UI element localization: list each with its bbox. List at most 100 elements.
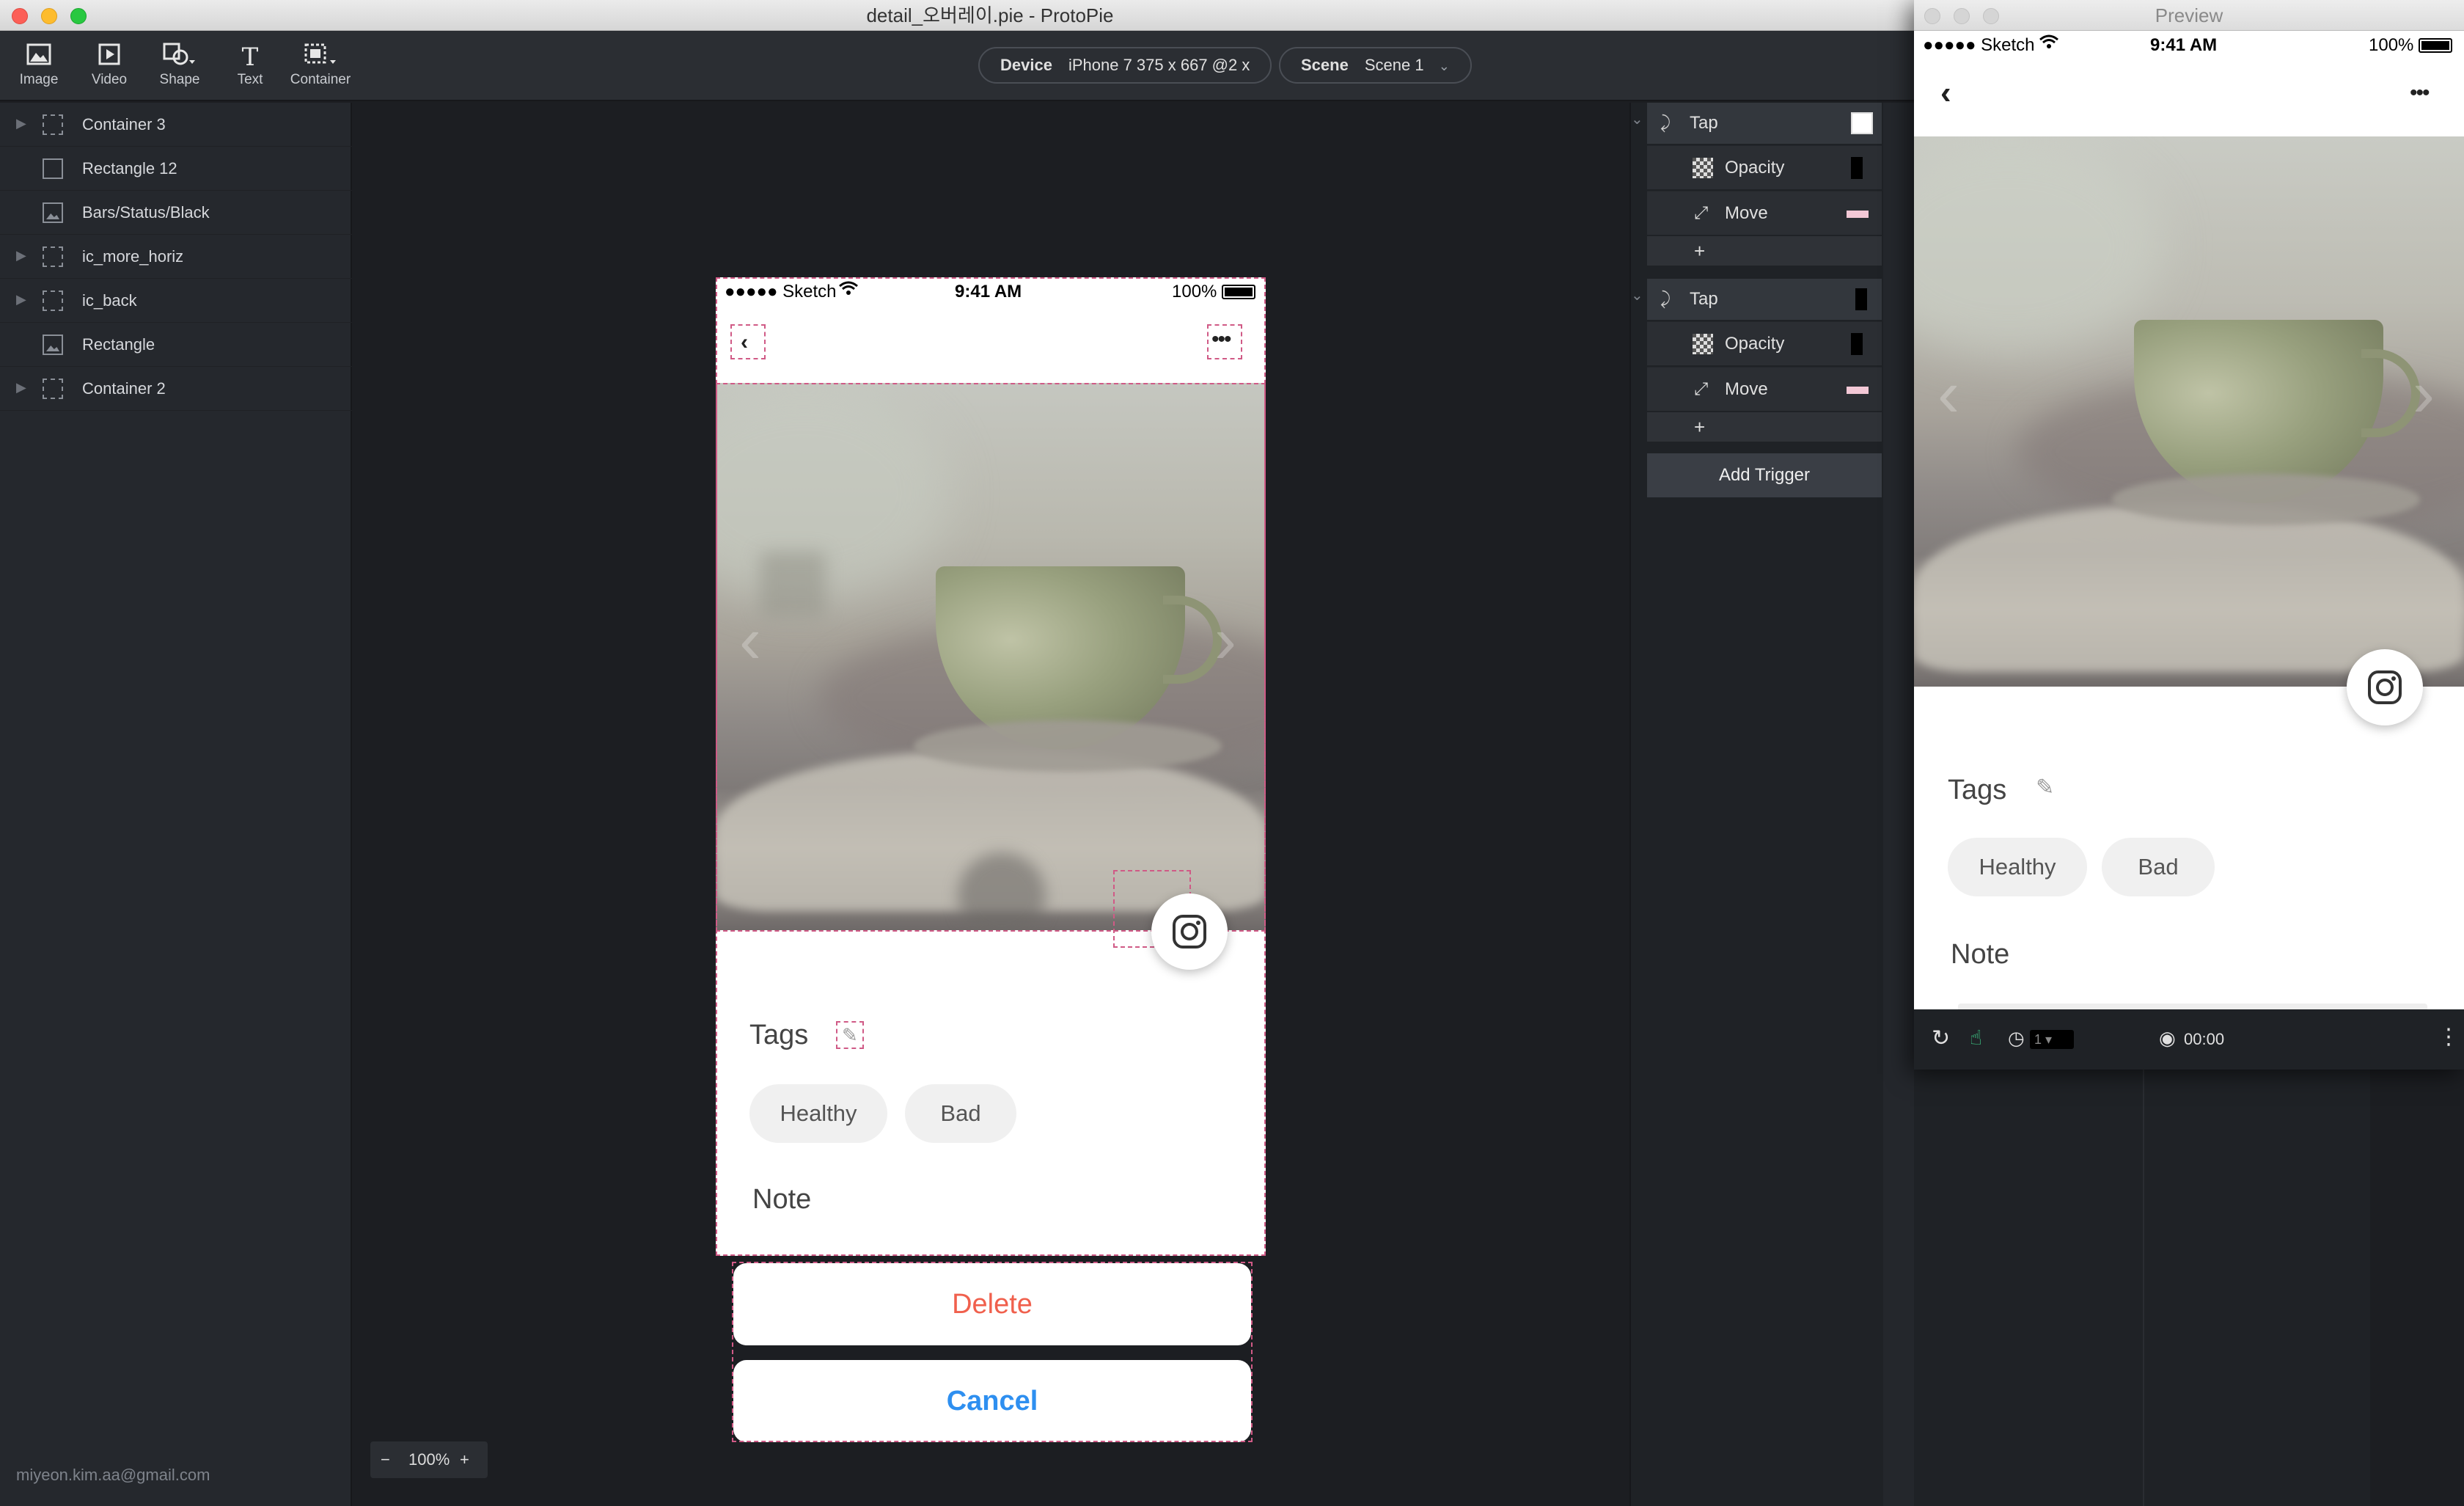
add-response-button[interactable]: + (1694, 412, 1705, 442)
layer-row[interactable]: Rectangle 12 (0, 147, 352, 191)
layer-name: Rectangle (82, 335, 155, 354)
reload-icon[interactable]: ↻ (1932, 1026, 1950, 1051)
image-icon (6, 43, 72, 72)
container-layer-icon (43, 290, 63, 311)
response-row[interactable]: ⤢ Move (1647, 367, 1882, 411)
scene-selector[interactable]: Scene Scene 1 ⌄ (1279, 47, 1472, 84)
zoom-control: − 100% + (370, 1441, 488, 1478)
text-tool-label: Text (237, 72, 263, 87)
trigger-name: Tap (1690, 289, 1718, 309)
response-color-swatch (1851, 333, 1863, 355)
response-color-swatch (1851, 157, 1863, 179)
response-name: Move (1725, 203, 1768, 223)
scene-value: Scene 1 (1364, 56, 1424, 74)
container-layer-icon (43, 114, 63, 135)
add-response-row[interactable]: + (1647, 412, 1882, 442)
container-tool[interactable]: Container (287, 43, 353, 88)
tap-trigger-icon: ⤸ (1660, 289, 1671, 309)
image-tool[interactable]: Image (6, 43, 72, 88)
response-row[interactable]: Opacity (1647, 145, 1882, 189)
text-icon: T (241, 43, 259, 72)
expand-arrow-icon[interactable]: ▶ (16, 116, 26, 131)
response-color-swatch (1847, 211, 1869, 218)
layers-panel: ▶ Container 3 Rectangle 12 Bars/Status/B… (0, 103, 352, 1506)
wifi-icon (2039, 34, 2059, 54)
pencil-icon[interactable]: ✎ (2036, 775, 2054, 800)
image-layer-icon (43, 335, 63, 355)
layer-name: Rectangle 12 (82, 159, 177, 178)
prev-photo-arrow-icon[interactable]: ‹ (1937, 357, 1959, 432)
layer-row[interactable]: ▶ ic_back (0, 279, 352, 323)
preview-note-label: Note (1951, 939, 2010, 970)
preview-timer: 00:00 (2184, 1030, 2225, 1048)
expand-arrow-icon[interactable]: ▶ (16, 292, 26, 307)
add-response-button[interactable]: + (1694, 236, 1705, 266)
tap-trigger-icon: ⤸ (1660, 113, 1671, 133)
layer-name: ic_more_horiz (82, 247, 184, 266)
container-layer-icon (43, 246, 63, 267)
layer-name: ic_back (82, 291, 137, 310)
zoom-out-button[interactable]: − (381, 1441, 390, 1478)
trigger-header[interactable]: ⤸ Tap (1647, 279, 1882, 320)
layer-row[interactable]: ▶ Container 3 (0, 103, 352, 147)
response-name: Opacity (1725, 334, 1785, 354)
expand-arrow-icon[interactable]: ▶ (16, 248, 26, 263)
image-layer-icon (43, 202, 63, 223)
device-selector[interactable]: Device iPhone 7 375 x 667 @2 x (978, 47, 1272, 84)
container-layer-icon (43, 379, 63, 399)
preview-status-battery: 100% (2369, 35, 2414, 55)
response-name: Move (1725, 379, 1768, 399)
move-icon: ⤢ (1694, 379, 1709, 399)
preview-controls-bar: ↻ ☝ ◷ 1 ▾ ◉ 00:00 ⋮ (1914, 1009, 2464, 1070)
preview-status-carrier: ●●●●● Sketch (1923, 35, 2035, 55)
preview-title-bar: Preview (1914, 0, 2464, 31)
next-photo-arrow-icon[interactable]: › (2413, 357, 2435, 432)
title-bar: detail_오버레이.pie - ProtoPie (0, 0, 1914, 31)
video-tool[interactable]: Video (76, 43, 142, 88)
phone-selection-outline (716, 277, 1266, 1256)
collapse-trigger-icon[interactable]: ⌄ (1631, 286, 1643, 304)
response-color-swatch (1847, 387, 1869, 394)
trigger-color-swatch[interactable] (1851, 112, 1873, 134)
response-row[interactable]: Opacity (1647, 321, 1882, 365)
response-row[interactable]: ⤢ Move (1647, 191, 1882, 235)
layer-row[interactable]: ▶ ic_more_horiz (0, 235, 352, 279)
touch-indicator-icon[interactable]: ☝ (1970, 1026, 1982, 1050)
preview-tag-chip[interactable]: Bad (2102, 838, 2215, 896)
zoom-in-button[interactable]: + (460, 1441, 469, 1478)
add-response-row[interactable]: + (1647, 236, 1882, 266)
preview-action-sheet-edge (1958, 1004, 2427, 1009)
layer-name: Bars/Status/Black (82, 203, 210, 222)
preview-title: Preview (2155, 4, 2223, 26)
preview-window[interactable]: Preview ●●●●● Sketch 9:41 AM 100% ‹ ••• … (1914, 0, 2464, 1070)
trigger-header[interactable]: ⤸ Tap (1647, 103, 1882, 144)
trigger-color-swatch[interactable] (1855, 288, 1867, 310)
preview-back-icon[interactable]: ‹ (1940, 75, 1951, 112)
device-label: Device (1000, 56, 1052, 74)
layer-row[interactable]: ▶ Container 2 (0, 367, 352, 411)
shape-tool[interactable]: Shape (147, 43, 213, 88)
layer-name: Container 3 (82, 115, 166, 134)
instagram-icon (2368, 670, 2402, 704)
layer-row[interactable]: Rectangle (0, 323, 352, 367)
preview-status-time: 9:41 AM (2150, 35, 2218, 55)
timeline-strip (1883, 103, 1914, 1506)
layer-row[interactable]: Bars/Status/Black (0, 191, 352, 235)
expand-arrow-icon[interactable]: ▶ (16, 380, 26, 395)
preview-tag-chip[interactable]: Healthy (1948, 838, 2087, 896)
zoom-level: 100% (408, 1450, 450, 1469)
speed-select[interactable]: 1 ▾ (2030, 1030, 2074, 1049)
collapse-trigger-icon[interactable]: ⌄ (1631, 110, 1643, 128)
panel-divider (2143, 1070, 2144, 1506)
more-vert-icon[interactable]: ⋮ (2438, 1024, 2460, 1050)
user-email: miyeon.kim.aa@gmail.com (16, 1466, 210, 1484)
speed-icon[interactable]: ◷ (2008, 1027, 2025, 1050)
shape-tool-label: Shape (159, 72, 200, 87)
add-trigger-button[interactable]: Add Trigger (1647, 453, 1882, 497)
preview-instagram-button[interactable] (2347, 649, 2423, 725)
speed-value: 1 (2034, 1032, 2042, 1047)
preview-more-icon[interactable]: ••• (2410, 81, 2430, 106)
preview-hero-photo[interactable]: ‹ › (1914, 136, 2464, 687)
move-icon: ⤢ (1694, 203, 1709, 223)
text-tool[interactable]: T Text (217, 43, 283, 88)
